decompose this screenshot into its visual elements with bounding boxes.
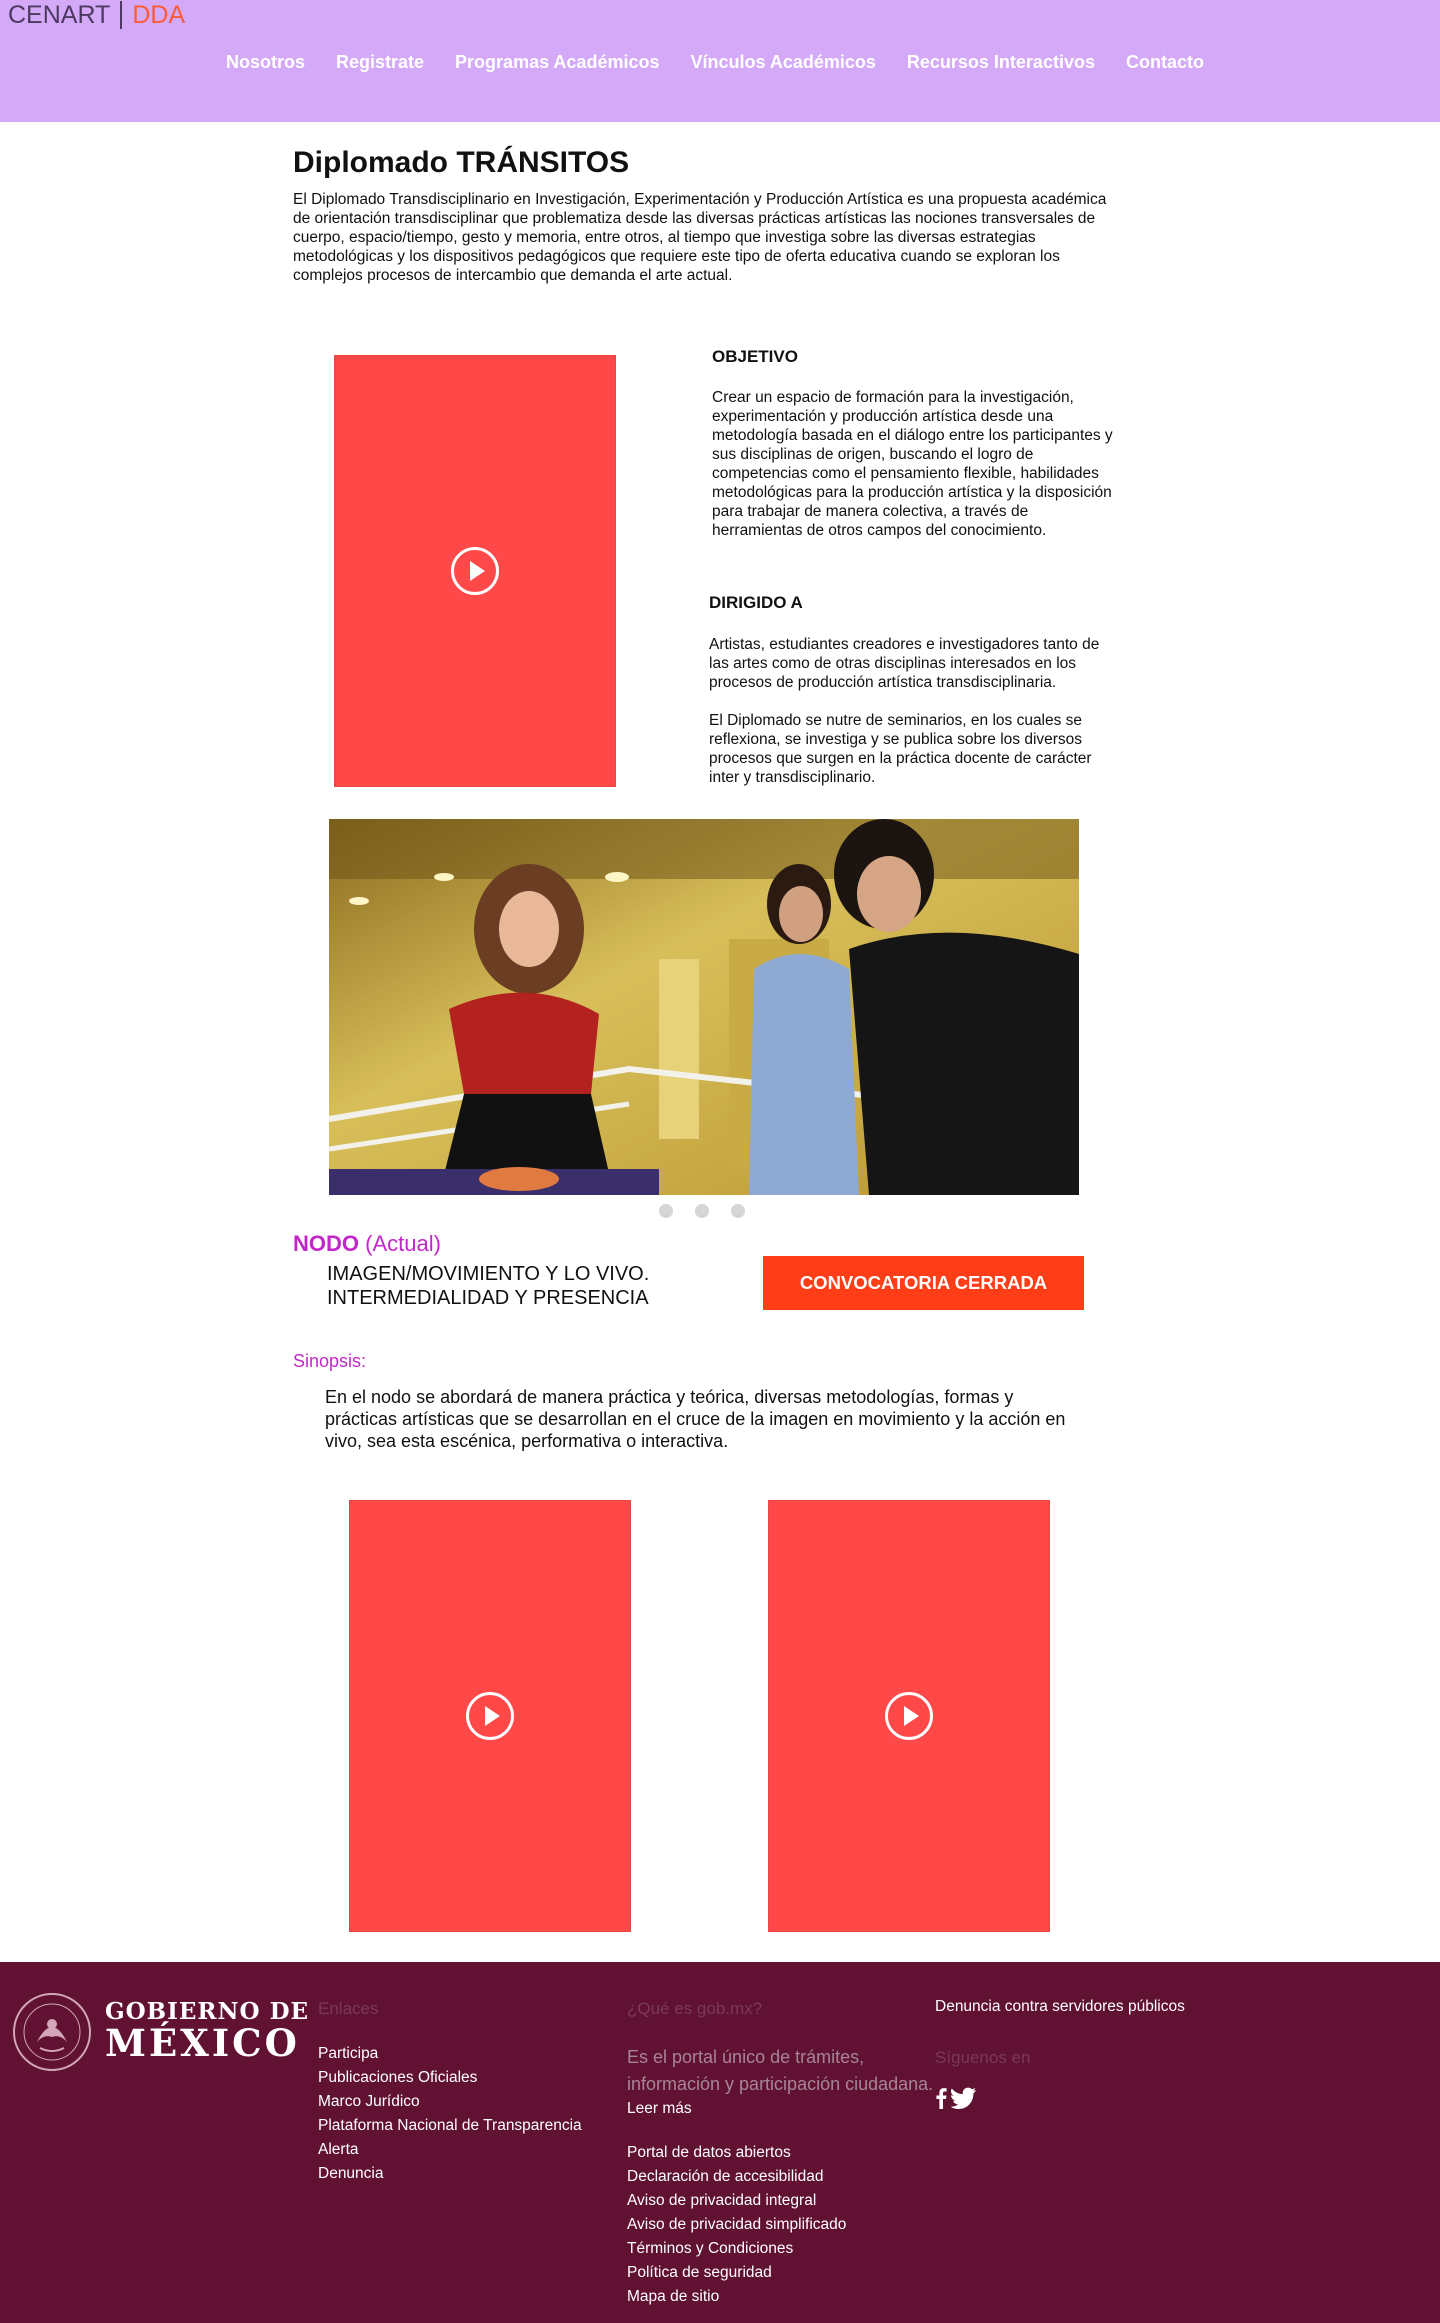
footer-link-marco-juridico[interactable]: Marco Jurídico <box>318 2090 582 2114</box>
nodo-status: (Actual) <box>365 1231 441 1256</box>
nodo-title-line-1: IMAGEN/MOVIMIENTO Y LO VIVO. <box>327 1263 650 1285</box>
logo-cenart: CENART <box>8 1 111 29</box>
facebook-icon[interactable] <box>935 2087 947 2109</box>
footer-link-denuncia[interactable]: Denuncia <box>318 2162 582 2186</box>
dirigido-heading: DIRIGIDO A <box>709 593 803 612</box>
nav-contacto[interactable]: Contacto <box>1126 52 1204 73</box>
footer-link-accesibilidad[interactable]: Declaración de accesibilidad <box>627 2165 846 2189</box>
gallery-dot-1[interactable] <box>659 1204 673 1218</box>
footer-enlaces-heading: Enlaces <box>318 1999 379 2018</box>
page-title: Diplomado TRÁNSITOS <box>293 146 630 179</box>
footer-gobmx-text: Es el portal único de trámites, informac… <box>627 2047 934 2094</box>
play-icon[interactable] <box>451 547 499 595</box>
footer-link-alerta[interactable]: Alerta <box>318 2138 582 2162</box>
nodo-title: IMAGEN/MOVIMIENTO Y LO VIVO. INTERMEDIAL… <box>327 1262 649 1310</box>
video-player-2[interactable] <box>349 1500 631 1932</box>
site-footer: GOBIERNO DE MÉXICO Enlaces Participa Pub… <box>0 1962 1440 2323</box>
footer-link-participa[interactable]: Participa <box>318 2042 582 2066</box>
gallery-dot-3[interactable] <box>731 1204 745 1218</box>
intro-text: El Diplomado Transdisciplinario en Inves… <box>293 191 1107 284</box>
objetivo-text: Crear un espacio de formación para la in… <box>712 389 1113 539</box>
footer-leer-mas-link[interactable]: Leer más <box>627 2100 692 2118</box>
nodo-label: NODO (Actual) <box>293 1231 441 1257</box>
footer-link-seguridad[interactable]: Política de seguridad <box>627 2261 846 2285</box>
footer-gobmx-list: Portal de datos abiertos Declaración de … <box>627 2141 846 2309</box>
site-logo[interactable]: CENART DDA <box>8 0 185 30</box>
footer-gobmx-heading: ¿Qué es gob.mx? <box>627 1999 763 2018</box>
logo-dda: DDA <box>132 1 186 29</box>
twitter-icon[interactable] <box>951 2087 977 2109</box>
mexico-seal-icon <box>13 1993 91 2071</box>
gallery-photo[interactable] <box>329 819 1079 1195</box>
footer-link-datos-abiertos[interactable]: Portal de datos abiertos <box>627 2141 846 2165</box>
convocatoria-button[interactable]: CONVOCATORIA CERRADA <box>763 1256 1084 1310</box>
footer-social-links <box>935 2087 977 2109</box>
objetivo-heading: OBJETIVO <box>712 347 798 366</box>
dirigido-text-2: El Diplomado se nutre de seminarios, en … <box>709 712 1092 786</box>
footer-siguenos-heading: Síguenos en <box>935 2048 1031 2067</box>
footer-link-mapa-sitio[interactable]: Mapa de sitio <box>627 2285 846 2309</box>
logo-divider <box>120 1 123 29</box>
gobierno-logo[interactable]: GOBIERNO DE MÉXICO <box>105 1998 309 2065</box>
footer-link-privacidad-simplificado[interactable]: Aviso de privacidad simplificado <box>627 2213 846 2237</box>
play-icon[interactable] <box>466 1692 514 1740</box>
dirigido-text-1: Artistas, estudiantes creadores e invest… <box>709 636 1100 691</box>
video-player-1[interactable] <box>334 355 616 787</box>
footer-enlaces-list: Participa Publicaciones Oficiales Marco … <box>318 2042 582 2186</box>
main-nav: Nosotros Registrate Programas Académicos… <box>226 52 1235 73</box>
video-player-3[interactable] <box>768 1500 1050 1932</box>
photo-image <box>329 819 1079 1195</box>
footer-link-privacidad-integral[interactable]: Aviso de privacidad integral <box>627 2189 846 2213</box>
play-icon[interactable] <box>885 1692 933 1740</box>
gallery-dot-2[interactable] <box>695 1204 709 1218</box>
gallery-pagination <box>659 1204 767 1218</box>
gobierno-logo-line-2: MÉXICO <box>105 2021 300 2065</box>
footer-link-publicaciones[interactable]: Publicaciones Oficiales <box>318 2066 582 2090</box>
nav-vinculos-academicos[interactable]: Vínculos Académicos <box>690 52 875 73</box>
footer-link-transparencia[interactable]: Plataforma Nacional de Transparencia <box>318 2114 582 2138</box>
sinopsis-text: En el nodo se abordará de manera práctic… <box>325 1387 1066 1451</box>
sinopsis-label: Sinopsis: <box>293 1351 367 1371</box>
nodo-label-text: NODO <box>293 1231 359 1256</box>
footer-denuncia-servidores-link[interactable]: Denuncia contra servidores públicos <box>935 1998 1185 2016</box>
nav-registrate[interactable]: Registrate <box>336 52 424 73</box>
nodo-title-line-2: INTERMEDIALIDAD Y PRESENCIA <box>327 1287 649 1309</box>
site-header: CENART DDA Nosotros Registrate Programas… <box>0 0 1440 122</box>
nav-nosotros[interactable]: Nosotros <box>226 52 305 73</box>
nav-recursos-interactivos[interactable]: Recursos Interactivos <box>907 52 1095 73</box>
footer-link-terminos[interactable]: Términos y Condiciones <box>627 2237 846 2261</box>
nav-programas-academicos[interactable]: Programas Académicos <box>455 52 659 73</box>
